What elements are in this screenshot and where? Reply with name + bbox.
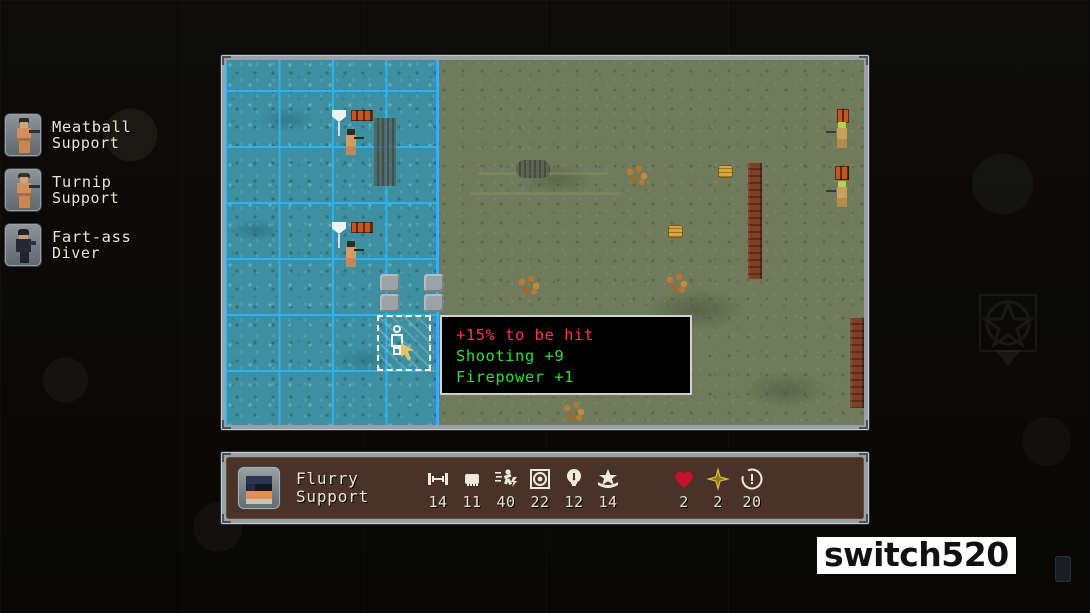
frame-corner-tr xyxy=(859,56,868,65)
frame-corner-tl xyxy=(222,453,231,462)
stat-melee-value: 11 xyxy=(462,492,482,511)
flurry-portrait-icon[interactable] xyxy=(238,467,280,509)
stat-speed[interactable]: 40 xyxy=(489,466,523,511)
diver-dark-icon[interactable] xyxy=(5,224,41,266)
battle-map[interactable]: +15% to be hit Shooting +9 Firepower +1 xyxy=(226,60,864,425)
frame-corner-tr xyxy=(859,453,868,462)
roster-item-2-role: Diver xyxy=(52,244,101,263)
rock-obstacle xyxy=(424,274,444,292)
medal-icon xyxy=(591,466,625,492)
roster-item-2-name: Fart-ass xyxy=(52,227,132,246)
stat-actions-value: 2 xyxy=(713,492,723,511)
soldier-tan-icon[interactable] xyxy=(5,169,41,211)
bush-decoration xyxy=(561,400,587,422)
stat-modifier-tooltip: +15% to be hit Shooting +9 Firepower +1 xyxy=(440,315,692,395)
stat-actions[interactable]: 2 xyxy=(701,466,735,511)
target-icon xyxy=(523,466,557,492)
enemy-unit[interactable] xyxy=(826,122,850,148)
stat-strength-value: 14 xyxy=(428,492,448,511)
roster-item-0-name: Meatball xyxy=(52,117,132,136)
stat-accuracy-value: 22 xyxy=(530,492,550,511)
roster-item-0-text: Meatball Support xyxy=(52,117,132,153)
clock-icon xyxy=(735,466,769,492)
heart-icon xyxy=(667,466,701,492)
stat-accuracy[interactable]: 22 xyxy=(523,466,557,511)
bush-decoration xyxy=(664,272,690,294)
selected-unit-text: Flurry Support xyxy=(296,470,369,505)
barrel-object xyxy=(668,225,683,238)
grid-boundary-line xyxy=(436,60,439,425)
tooltip-line-1: Shooting +9 xyxy=(456,347,565,365)
frame-corner-bl xyxy=(222,420,231,429)
vehicle-wreck xyxy=(516,160,550,178)
enemy-unit[interactable] xyxy=(826,181,850,207)
roster-item-1-role: Support xyxy=(52,189,120,208)
watermark: switch520 xyxy=(817,537,1016,574)
stat-intelligence-value: 12 xyxy=(564,492,584,511)
sunken-wreck xyxy=(374,118,396,186)
rock-obstacle xyxy=(380,294,400,312)
unit-marker-pole xyxy=(338,234,340,248)
selected-unit-status-bar: Flurry Support 14 11 40 22 12 14 2 2 20 xyxy=(226,457,864,519)
watermark-text: switch520 xyxy=(824,535,1009,574)
roster-item-2[interactable]: Fart-ass Diver xyxy=(0,218,210,272)
stat-time-units[interactable]: 20 xyxy=(735,466,769,511)
bush-decoration xyxy=(624,164,650,186)
friendly-unit[interactable] xyxy=(343,129,364,155)
ammo-crate xyxy=(835,166,849,180)
stat-strength[interactable]: 14 xyxy=(421,466,455,511)
primary-stats-group: 14 11 40 22 12 14 xyxy=(421,466,625,511)
stat-health-value: 2 xyxy=(679,492,689,511)
friendly-unit[interactable] xyxy=(343,241,364,267)
star-badge-icon xyxy=(978,293,1038,353)
frame-corner-br xyxy=(859,514,868,523)
brick-wall xyxy=(748,163,762,279)
roster-item-1-text: Turnip Support xyxy=(52,172,120,208)
ammo-crate xyxy=(351,110,373,121)
ammo-crate xyxy=(837,109,849,123)
secondary-stats-group: 2 2 20 xyxy=(667,466,769,511)
frame-corner-br xyxy=(859,420,868,429)
stat-health[interactable]: 2 xyxy=(667,466,701,511)
unit-roster-sidebar: Meatball Support Turnip Support Fart-ass… xyxy=(0,108,210,273)
frame-corner-tl xyxy=(222,56,231,65)
stat-bravery-value: 14 xyxy=(598,492,618,511)
roster-item-2-text: Fart-ass Diver xyxy=(52,227,132,263)
roster-item-0-role: Support xyxy=(52,134,120,153)
rock-obstacle xyxy=(380,274,400,292)
stat-intelligence[interactable]: 12 xyxy=(557,466,591,511)
selected-unit-name: Flurry xyxy=(296,469,359,489)
running-icon xyxy=(489,466,523,492)
brick-wall xyxy=(850,318,864,408)
fist-icon xyxy=(455,466,489,492)
selected-unit-role: Support xyxy=(296,487,370,506)
stat-time-units-value: 20 xyxy=(742,492,762,511)
barrel-object xyxy=(718,165,733,178)
bush-decoration xyxy=(516,274,542,296)
rock-obstacle xyxy=(424,294,444,312)
battle-map-frame: +15% to be hit Shooting +9 Firepower +1 xyxy=(221,55,869,430)
compass-star-icon xyxy=(701,466,735,492)
soldier-tan-icon[interactable] xyxy=(5,114,41,156)
road-segment xyxy=(470,192,620,195)
stat-speed-value: 40 xyxy=(496,492,516,511)
ammo-crate xyxy=(351,222,373,233)
side-indicator-chip xyxy=(1055,556,1071,582)
roster-item-1[interactable]: Turnip Support xyxy=(0,163,210,217)
stat-melee[interactable]: 11 xyxy=(455,466,489,511)
hand-cursor-icon xyxy=(401,343,414,361)
tooltip-line-0: +15% to be hit xyxy=(456,326,594,344)
stat-bravery[interactable]: 14 xyxy=(591,466,625,511)
status-bar-frame: Flurry Support 14 11 40 22 12 14 2 2 20 xyxy=(221,452,869,524)
roster-item-0[interactable]: Meatball Support xyxy=(0,108,210,162)
dumbbell-icon xyxy=(421,466,455,492)
unit-marker-pole xyxy=(338,122,340,136)
lightbulb-icon xyxy=(557,466,591,492)
roster-item-1-name: Turnip xyxy=(52,172,112,191)
selected-tile-highlight[interactable] xyxy=(377,315,431,371)
frame-corner-bl xyxy=(222,514,231,523)
tooltip-line-2: Firepower +1 xyxy=(456,368,574,386)
